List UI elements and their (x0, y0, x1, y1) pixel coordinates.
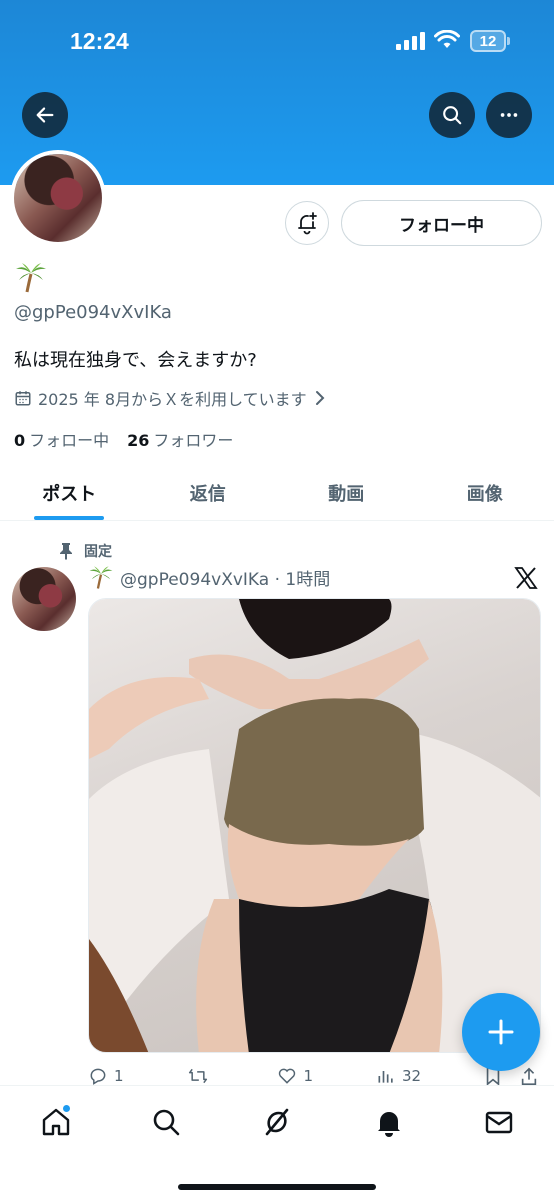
like-icon (279, 1068, 296, 1084)
reply-action[interactable]: 1 (88, 1066, 124, 1086)
pinned-label: 固定 (58, 541, 112, 561)
messages-icon (485, 1111, 513, 1134)
status-time: 12:24 (70, 28, 129, 54)
profile-handle: @gpPe094vXvIKa (14, 302, 172, 323)
following-count[interactable]: 0 フォロー中 (14, 427, 109, 451)
grok-icon (265, 1108, 289, 1136)
profile-tabs: ポスト 返信 動画 画像 (0, 465, 554, 521)
views-icon (378, 1071, 393, 1083)
bell-plus-icon (298, 212, 317, 235)
post-header: @gpPe094vXvIKa · 1時間 (88, 564, 330, 590)
share-icon[interactable] (520, 1066, 538, 1086)
repost-action[interactable] (187, 1066, 215, 1086)
avatar-image (14, 154, 102, 242)
views-action[interactable]: 32 (376, 1066, 421, 1086)
joined-text: 2025 年 8月からＸを利用しています (38, 390, 307, 409)
like-action[interactable]: 1 (277, 1066, 313, 1086)
post-photo (89, 599, 540, 1052)
nav-notifications[interactable] (369, 1102, 409, 1142)
views-count: 32 (401, 1067, 422, 1085)
notify-button[interactable] (285, 201, 329, 245)
search-icon (443, 106, 462, 125)
like-count: 1 (303, 1067, 313, 1085)
palm-tree-icon (16, 263, 46, 293)
battery-tip (507, 37, 510, 45)
tab-replies[interactable]: 返信 (139, 465, 278, 520)
tab-posts[interactable]: ポスト (0, 465, 139, 520)
search-button[interactable] (429, 92, 475, 138)
nav-explore[interactable] (146, 1102, 186, 1142)
nav-home[interactable] (36, 1102, 76, 1142)
back-button[interactable] (22, 92, 68, 138)
reply-icon (90, 1068, 106, 1085)
calendar-icon (15, 391, 31, 406)
following-button[interactable]: フォロー中 (341, 200, 542, 246)
explore-icon (153, 1109, 180, 1136)
nav-messages[interactable] (479, 1102, 519, 1142)
plus-icon (488, 1019, 514, 1045)
joined-date[interactable]: 2025 年 8月からＸを利用しています (14, 386, 327, 410)
pin-icon (60, 543, 72, 560)
avatar-image (12, 567, 76, 631)
post-actions: 1 1 32 (88, 1066, 538, 1086)
home-notification-dot (62, 1104, 71, 1113)
display-name (14, 260, 48, 298)
post-handle-time[interactable]: @gpPe094vXvIKa · 1時間 (120, 565, 330, 590)
nav-grok[interactable] (257, 1102, 297, 1142)
tab-images[interactable]: 画像 (416, 465, 554, 520)
signal-icon (396, 32, 425, 50)
profile-bio: 私は現在独身で、会えますか? (14, 350, 257, 371)
back-arrow-icon (36, 107, 54, 123)
palm-tree-icon (89, 566, 113, 589)
more-button[interactable] (486, 92, 532, 138)
post-avatar[interactable] (12, 567, 76, 631)
notifications-icon (378, 1112, 400, 1137)
compose-button[interactable] (462, 993, 540, 1071)
home-indicator (178, 1184, 376, 1190)
more-icon (500, 113, 518, 117)
post-media[interactable] (88, 598, 541, 1053)
followers-count[interactable]: 26 フォロワー (127, 427, 233, 451)
follow-counts: 0 フォロー中 26 フォロワー (14, 427, 233, 451)
pinned-text: 固定 (84, 544, 112, 560)
reply-count: 1 (114, 1067, 124, 1085)
profile-avatar[interactable] (10, 150, 106, 246)
tab-videos[interactable]: 動画 (277, 465, 416, 520)
bottom-navigation (0, 1085, 554, 1200)
chevron-right-icon (315, 391, 325, 405)
x-logo-icon (514, 567, 538, 589)
battery-indicator: 12 (470, 30, 506, 52)
repost-icon (188, 1068, 207, 1084)
wifi-icon (434, 30, 460, 48)
